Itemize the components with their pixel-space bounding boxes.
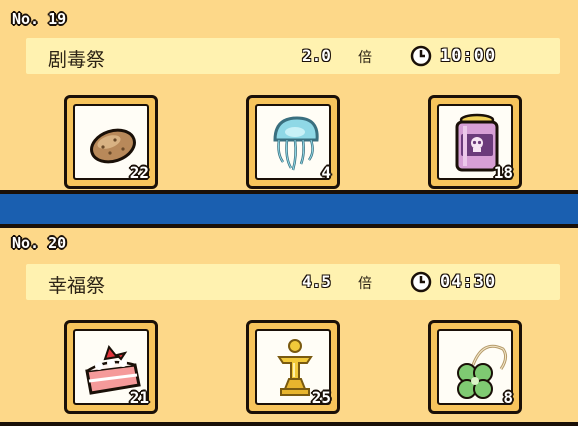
festival-panel: No. 20 幸福祭 4.5 倍 04:30 21 25 8 xyxy=(0,224,578,426)
four-leaf-clover-charm-icon xyxy=(457,344,508,399)
festival-timer: 10:00 xyxy=(440,46,497,66)
item-count: 4 xyxy=(321,163,331,182)
item-count: 8 xyxy=(503,388,513,407)
festival-multiplier: 2.0 xyxy=(302,46,331,65)
item-count: 22 xyxy=(129,163,149,182)
festival-name: 幸福祭 xyxy=(48,275,106,297)
festival-timer: 04:30 xyxy=(440,272,497,292)
festival-name: 剧毒祭 xyxy=(48,49,106,71)
item-count: 25 xyxy=(311,388,331,407)
item-slot[interactable]: 18 xyxy=(428,95,522,189)
festival-multiplier: 4.5 xyxy=(302,272,331,291)
clock-icon xyxy=(410,45,432,67)
festival-number: No. 19 xyxy=(12,10,67,28)
multiplier-unit: 倍 xyxy=(358,50,372,66)
item-slot[interactable]: 22 xyxy=(64,95,158,189)
item-count: 18 xyxy=(493,163,513,182)
item-slot[interactable]: 8 xyxy=(428,320,522,414)
item-slot[interactable]: 25 xyxy=(246,320,340,414)
clock-icon xyxy=(410,271,432,293)
festival-panel: No. 19 剧毒祭 2.0 倍 10:00 22 4 18 xyxy=(0,0,578,194)
multiplier-unit: 倍 xyxy=(358,276,372,292)
jellyfish-icon xyxy=(273,116,319,171)
item-count: 21 xyxy=(129,388,149,407)
item-slot[interactable]: 4 xyxy=(246,95,340,189)
festival-info-bar: 幸福祭 4.5 倍 04:30 xyxy=(26,264,560,300)
festival-info-bar: 剧毒祭 2.0 倍 10:00 xyxy=(26,38,560,74)
item-slot[interactable]: 21 xyxy=(64,320,158,414)
festival-number: No. 20 xyxy=(12,234,67,252)
